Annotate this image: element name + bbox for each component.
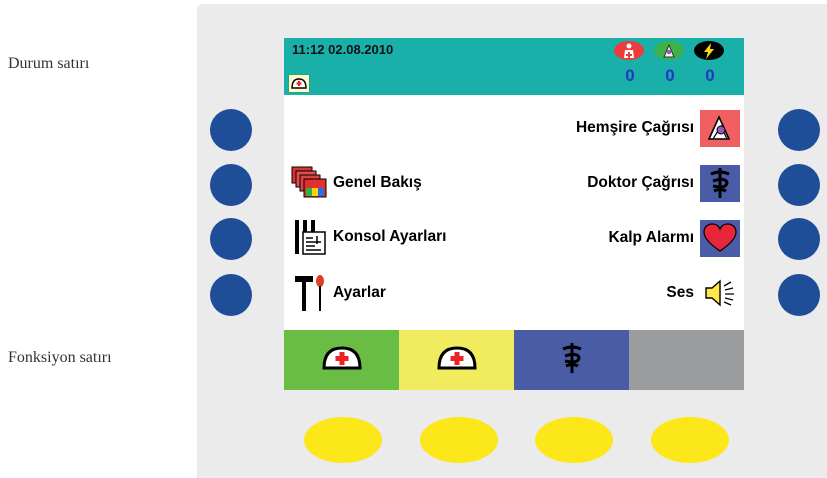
right-hardware-button-4[interactable]	[778, 274, 820, 316]
speaker-icon	[700, 275, 740, 312]
console-settings-icon	[290, 218, 330, 256]
nurse-cap-icon	[436, 344, 478, 377]
menu-label-nurse-call: Hemşire Çağrısı	[575, 119, 694, 136]
menu-label-doctor-call: Doktor Çağrısı	[587, 174, 694, 191]
nurse-call-icon	[700, 109, 740, 147]
status-row-label: Durum satırı	[8, 55, 90, 72]
right-hardware-button-1[interactable]	[778, 109, 820, 151]
menu-label-overview: Genel Bakış	[333, 174, 422, 191]
function-hardware-key-4[interactable]	[651, 417, 729, 463]
menu-label-heart-alarm: Kalp Alarmı	[608, 229, 694, 246]
counter-nurse-person: 0	[625, 66, 635, 85]
overview-icon	[290, 164, 330, 202]
right-hardware-button-2[interactable]	[778, 164, 820, 206]
menu-heart-alarm[interactable]: Kalp Alarmı	[514, 218, 744, 258]
datetime: 11:12 02.08.2010	[292, 42, 394, 57]
function-hardware-key-2[interactable]	[420, 417, 498, 463]
caduceus-icon	[700, 164, 740, 202]
menu-nurse-call[interactable]: Hemşire Çağrısı	[514, 108, 744, 148]
status-bar: 11:12 02.08.2010 0 0 0	[284, 38, 744, 95]
menu-label-console-settings: Konsol Ayarları	[333, 228, 447, 245]
lightning-icon	[694, 41, 724, 60]
function-row-label: Fonksiyon satırı	[8, 349, 112, 366]
left-hardware-button-3[interactable]	[210, 218, 252, 260]
right-hardware-button-3[interactable]	[778, 218, 820, 260]
menu-doctor-call[interactable]: Doktor Çağrısı	[514, 163, 744, 203]
function-bar	[284, 330, 744, 390]
device-screen: 11:12 02.08.2010 0 0 0 Genel Bakış Konso…	[284, 38, 744, 390]
left-hardware-button-1[interactable]	[210, 109, 252, 151]
tools-icon	[290, 274, 330, 312]
menu-sound[interactable]: Ses	[514, 273, 744, 313]
nurse-person-icon	[614, 41, 644, 60]
menu-settings[interactable]: Ayarlar	[284, 273, 524, 313]
counter-lightning: 0	[705, 66, 715, 85]
menu-console-settings[interactable]: Konsol Ayarları	[284, 217, 524, 257]
menu-label-settings: Ayarlar	[333, 284, 386, 301]
function-key-nurse-1[interactable]	[284, 330, 399, 390]
function-key-doctor[interactable]	[514, 330, 629, 390]
nurse-cap-icon	[321, 344, 363, 377]
nurse-cap-icon	[288, 74, 310, 93]
left-hardware-button-4[interactable]	[210, 274, 252, 316]
counter-nurse-call: 0	[665, 66, 675, 85]
function-key-nurse-2[interactable]	[399, 330, 514, 390]
menu-overview[interactable]: Genel Bakış	[284, 163, 524, 203]
nurse-call-icon	[654, 41, 684, 60]
heart-icon	[700, 219, 740, 257]
caduceus-icon	[560, 342, 584, 379]
function-hardware-key-1[interactable]	[304, 417, 382, 463]
function-key-empty[interactable]	[629, 330, 744, 390]
function-hardware-key-3[interactable]	[535, 417, 613, 463]
left-hardware-button-2[interactable]	[210, 164, 252, 206]
menu-label-sound: Ses	[666, 284, 694, 301]
